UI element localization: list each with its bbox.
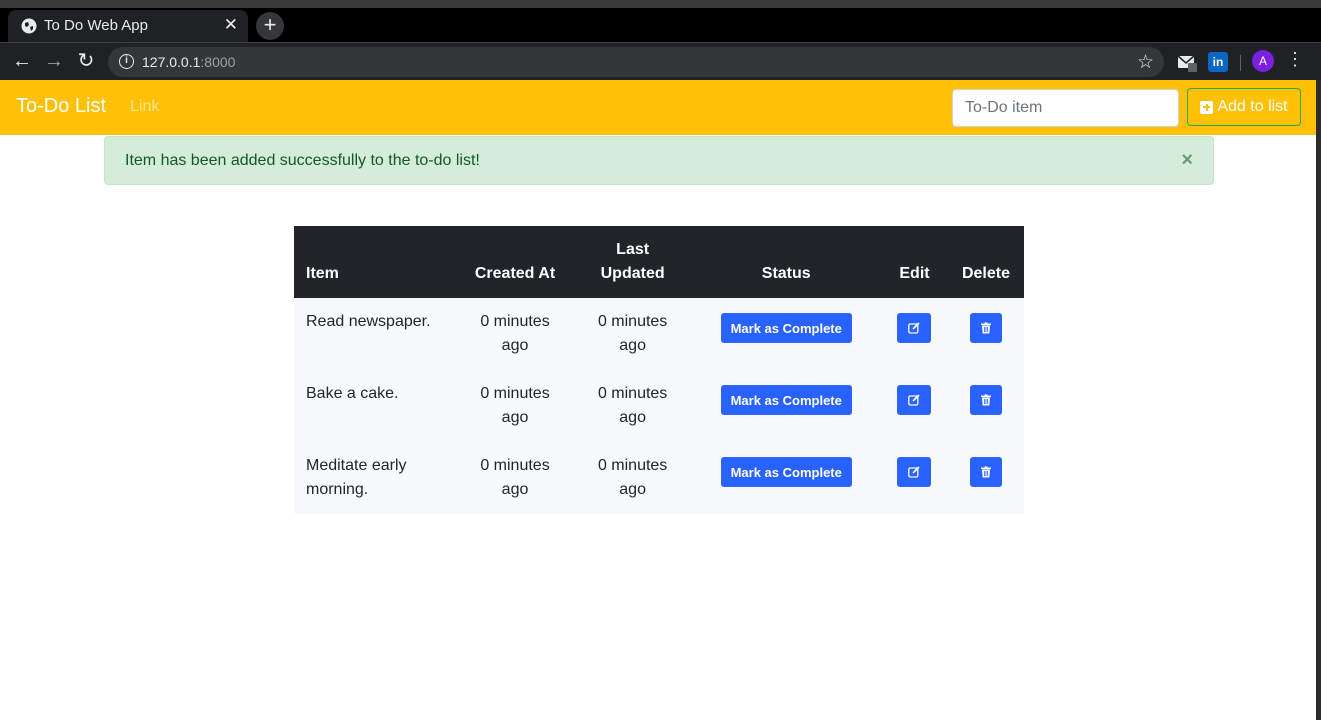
navbar-brand[interactable]: To-Do List xyxy=(16,95,106,118)
url-port: :8000 xyxy=(200,54,236,70)
url-text[interactable]: 127.0.0.1:8000 xyxy=(142,54,235,70)
star-icon[interactable]: ☆ xyxy=(1137,51,1154,74)
edit-icon xyxy=(908,466,921,478)
window-top-strip xyxy=(0,0,1321,8)
avatar[interactable]: A xyxy=(1252,50,1274,72)
header-edit: Edit xyxy=(881,226,948,298)
trash-icon xyxy=(980,394,991,406)
add-to-list-label: Add to list xyxy=(1217,98,1288,115)
mark-complete-button[interactable]: Mark as Complete xyxy=(720,313,852,343)
info-icon[interactable]: i xyxy=(119,54,134,69)
edit-icon xyxy=(908,394,921,406)
close-icon[interactable]: × xyxy=(1181,149,1193,172)
linkedin-icon[interactable]: in xyxy=(1208,52,1228,72)
table-row: Bake a cake. 0 minutes ago 0 minutes ago… xyxy=(294,370,1024,442)
table-row: Meditate early morning. 0 minutes ago 0 … xyxy=(294,442,1024,514)
trash-icon xyxy=(980,466,991,478)
page-content: To-Do List Link Add to list Item has bee… xyxy=(0,80,1316,720)
edit-cell xyxy=(881,442,948,514)
edit-icon xyxy=(908,322,921,334)
status-cell: Mark as Complete xyxy=(691,298,882,370)
forward-icon[interactable]: → xyxy=(42,50,66,74)
header-last-updated: Last Updated xyxy=(573,226,692,298)
item-text: Read newspaper. xyxy=(294,298,457,370)
reload-icon[interactable]: ↻ xyxy=(74,50,98,74)
add-to-list-button[interactable]: Add to list xyxy=(1187,88,1301,126)
tab-title: To Do Web App xyxy=(44,17,148,34)
trash-icon xyxy=(980,322,991,334)
mark-complete-button[interactable]: Mark as Complete xyxy=(720,457,852,487)
edit-cell xyxy=(881,370,948,442)
navbar: To-Do List Link Add to list xyxy=(0,80,1316,135)
delete-cell xyxy=(947,442,1024,514)
table-header-row: Item Created At Last Updated Status Edit… xyxy=(294,226,1024,298)
table-row: Read newspaper. 0 minutes ago 0 minutes … xyxy=(294,298,1024,370)
last-updated-text: 0 minutes ago xyxy=(573,442,692,514)
edit-cell xyxy=(881,298,948,370)
created-at-text: 0 minutes ago xyxy=(456,370,574,442)
toolbar-divider xyxy=(1240,55,1241,71)
success-alert: Item has been added successfully to the … xyxy=(104,136,1214,185)
plus-square-icon xyxy=(1200,100,1214,114)
nav-link[interactable]: Link xyxy=(130,98,159,116)
back-icon[interactable]: ← xyxy=(10,50,34,74)
todo-table: Item Created At Last Updated Status Edit… xyxy=(294,226,1024,514)
created-at-text: 0 minutes ago xyxy=(456,298,574,370)
delete-button[interactable] xyxy=(969,313,1002,343)
plus-icon[interactable]: + xyxy=(256,12,284,40)
item-text: Meditate early morning. xyxy=(294,442,457,514)
todo-item-input[interactable] xyxy=(952,89,1179,127)
delete-cell xyxy=(947,370,1024,442)
last-updated-text: 0 minutes ago xyxy=(573,298,692,370)
kebab-icon[interactable]: ⋮ xyxy=(1286,49,1304,73)
status-cell: Mark as Complete xyxy=(691,370,882,442)
delete-cell xyxy=(947,298,1024,370)
header-item: Item xyxy=(294,226,457,298)
status-cell: Mark as Complete xyxy=(691,442,882,514)
alert-message: Item has been added successfully to the … xyxy=(125,152,480,169)
globe-icon xyxy=(21,18,37,34)
url-host: 127.0.0.1 xyxy=(142,54,201,70)
header-status: Status xyxy=(691,226,882,298)
edit-button[interactable] xyxy=(897,457,932,487)
last-updated-text: 0 minutes ago xyxy=(573,370,692,442)
header-created-at: Created At xyxy=(456,226,574,298)
tab-bar: To Do Web App ✕ + xyxy=(0,8,1321,42)
edit-button[interactable] xyxy=(897,385,932,415)
omnibox[interactable]: i 127.0.0.1:8000 ☆ xyxy=(108,47,1164,77)
edit-button[interactable] xyxy=(897,313,932,343)
window-right-edge xyxy=(1316,80,1321,720)
delete-button[interactable] xyxy=(969,457,1002,487)
mail-icon[interactable] xyxy=(1177,52,1197,72)
address-bar: ← → ↻ i 127.0.0.1:8000 ☆ in A ⋮ xyxy=(0,42,1321,80)
created-at-text: 0 minutes ago xyxy=(456,442,574,514)
header-delete: Delete xyxy=(947,226,1024,298)
item-text: Bake a cake. xyxy=(294,370,457,442)
mark-complete-button[interactable]: Mark as Complete xyxy=(720,385,852,415)
close-icon[interactable]: ✕ xyxy=(224,15,238,35)
browser-tab[interactable]: To Do Web App ✕ xyxy=(8,10,248,42)
delete-button[interactable] xyxy=(969,385,1002,415)
